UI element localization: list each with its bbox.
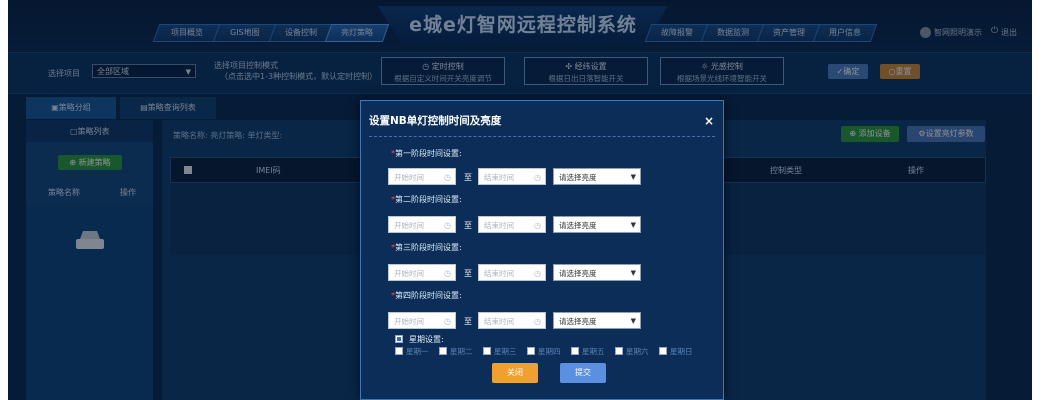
week-all-checkbox[interactable]: [395, 335, 403, 343]
day-checkbox-tue[interactable]: [439, 347, 447, 355]
day-checkbox-mon[interactable]: [395, 347, 403, 355]
stage-4-end-input[interactable]: 结束时间 ◷: [478, 312, 546, 329]
stage-4-brightness-select[interactable]: 请选择亮度 ▼: [553, 312, 641, 329]
dialog-close-button[interactable]: 关闭: [492, 363, 538, 383]
stage-4-to: 至: [464, 317, 472, 326]
day-checkbox-sun[interactable]: [659, 347, 667, 355]
title-divider: [369, 136, 715, 137]
clock-icon: ◷: [444, 173, 451, 182]
stage-4-start-input[interactable]: 开始时间 ◷: [388, 312, 456, 329]
day-label: 星期四: [538, 347, 561, 356]
day-label: 星期六: [626, 347, 649, 356]
clock-icon: ◷: [444, 317, 451, 326]
day-checkbox-thu[interactable]: [527, 347, 535, 355]
chevron-down-icon: ▼: [630, 269, 636, 277]
day-label: 星期五: [582, 347, 605, 356]
clock-icon: ◷: [534, 269, 541, 278]
clock-icon: ◷: [444, 269, 451, 278]
stage-2-label: *第二阶段时间设置:: [391, 195, 462, 204]
stage-2-to: 至: [464, 221, 472, 230]
day-checkbox-fri[interactable]: [571, 347, 579, 355]
day-checkbox-wed[interactable]: [483, 347, 491, 355]
chevron-down-icon: ▼: [630, 317, 636, 325]
brightness-time-dialog: 设置NB单灯控制时间及亮度 × *第一阶段时间设置: 开始时间 ◷ 至 结束时间 ◷…: [360, 100, 724, 400]
week-label: 星期设置:: [409, 335, 444, 344]
chevron-down-icon: ▼: [630, 173, 636, 181]
stage-1-end-input[interactable]: 结束时间 ◷: [478, 168, 546, 185]
day-label: 星期三: [494, 347, 517, 356]
day-checkbox-sat[interactable]: [615, 347, 623, 355]
stage-3-start-input[interactable]: 开始时间 ◷: [388, 264, 456, 281]
stage-1-brightness-select[interactable]: 请选择亮度 ▼: [553, 168, 641, 185]
clock-icon: ◷: [534, 221, 541, 230]
stage-3-label: *第三阶段时间设置:: [391, 243, 462, 252]
stage-1-label: *第一阶段时间设置:: [391, 149, 462, 158]
stage-1-start-input[interactable]: 开始时间 ◷: [388, 168, 456, 185]
stage-2-start-input[interactable]: 开始时间 ◷: [388, 216, 456, 233]
dialog-submit-button[interactable]: 提交: [560, 363, 606, 383]
stage-3-to: 至: [464, 269, 472, 278]
chevron-down-icon: ▼: [630, 221, 636, 229]
clock-icon: ◷: [534, 317, 541, 326]
stage-3-brightness-select[interactable]: 请选择亮度 ▼: [553, 264, 641, 281]
stage-2-end-input[interactable]: 结束时间 ◷: [478, 216, 546, 233]
dialog-title: 设置NB单灯控制时间及亮度: [369, 115, 502, 127]
stage-1-to: 至: [464, 173, 472, 182]
stage-3-end-input[interactable]: 结束时间 ◷: [478, 264, 546, 281]
clock-icon: ◷: [444, 221, 451, 230]
stage-2-brightness-select[interactable]: 请选择亮度 ▼: [553, 216, 641, 233]
day-label: 星期二: [450, 347, 473, 356]
stage-4-label: *第四阶段时间设置:: [391, 291, 462, 300]
clock-icon: ◷: [534, 173, 541, 182]
close-icon[interactable]: ×: [704, 114, 714, 128]
app-window: e城e灯智网远程控制系统 项目概览 GIS地图 设备控制 亮灯策略 故障报警 数…: [8, 0, 1032, 400]
day-label: 星期一: [406, 347, 429, 356]
day-label: 星期日: [670, 347, 693, 356]
